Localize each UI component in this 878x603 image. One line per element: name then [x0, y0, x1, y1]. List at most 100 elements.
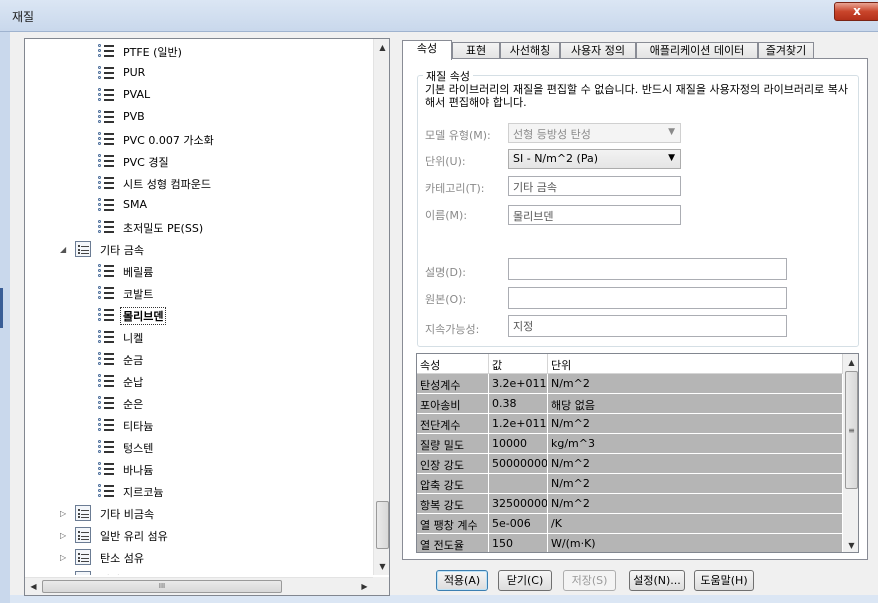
tree-item[interactable]: 몰리브덴 [25, 305, 373, 325]
tab[interactable]: 사선해칭 [500, 42, 560, 59]
table-cell: 인장 강도 [417, 454, 489, 473]
tree-category[interactable]: ▷ 일반 유리 섬유 [25, 525, 373, 545]
table-cell: 해당 없음 [548, 394, 843, 413]
tree-item[interactable]: 니켈 [25, 327, 373, 347]
close-window-button[interactable]: x [834, 2, 878, 21]
tree-item[interactable]: PTFE (일반) [25, 41, 373, 61]
window-title: 재질 [12, 10, 35, 24]
material-icon [98, 87, 114, 103]
column-header[interactable]: 속성 [417, 354, 489, 374]
tree-item[interactable]: 순금 [25, 349, 373, 369]
tree-vscroll-thumb[interactable] [376, 501, 389, 549]
table-row[interactable]: 질량 밀도 10000 kg/m^3 [417, 434, 843, 454]
tree-item-label: 바나듐 [123, 464, 154, 477]
tree-item[interactable]: PVC 경질 [25, 151, 373, 171]
scroll-right-icon[interactable]: ▶ [356, 578, 373, 595]
tab[interactable]: 즐겨찾기 [758, 42, 814, 59]
chevron-down-icon[interactable]: ▼ [668, 153, 675, 163]
readonly-notice: 기본 라이브러리의 재질을 편집할 수 없습니다. 반드시 재질을 사용자정의 … [425, 83, 849, 109]
sustainability-field[interactable]: 지정 [508, 315, 787, 337]
tab[interactable]: 표현 [452, 42, 500, 59]
tree-item[interactable]: 코발트 [25, 283, 373, 303]
tab[interactable]: 사용자 정의 [560, 42, 636, 59]
tree-item-label: 티타늄 [123, 420, 154, 433]
table-cell: 150 [489, 534, 548, 552]
expand-arrow-icon[interactable]: ▷ [60, 531, 69, 540]
source-label: 원본(O): [425, 293, 467, 306]
tree-item[interactable]: 텅스텐 [25, 437, 373, 457]
table-cell: 압축 강도 [417, 474, 489, 493]
expand-arrow-icon[interactable]: ▷ [60, 509, 69, 518]
tree-vertical-scrollbar[interactable]: ▲ ▼ [373, 39, 389, 575]
tree-item[interactable]: SMA [25, 195, 373, 215]
tree-item-label: 니켈 [123, 332, 144, 345]
scroll-left-icon[interactable]: ◀ [25, 578, 42, 595]
tree-item[interactable]: 지르코늄 [25, 481, 373, 501]
tree-item-label: 베릴륨 [123, 266, 154, 279]
column-header[interactable]: 값 [489, 354, 548, 374]
settings-button[interactable]: 설정(N)... [629, 570, 685, 591]
tree-item[interactable]: PVAL [25, 85, 373, 105]
table-row[interactable]: 열 팽창 계수 5e-006/K [417, 514, 843, 534]
expand-arrow-icon[interactable]: ▷ [60, 553, 69, 562]
collapse-arrow-icon[interactable]: ◢ [60, 245, 69, 254]
tree-category[interactable]: ▷실리콘 [25, 569, 373, 575]
tab[interactable]: 애플리케이션 데이터 [636, 42, 758, 59]
column-header[interactable]: 단위 [548, 354, 843, 374]
table-cell: 325000000 [489, 494, 548, 513]
tree-category[interactable]: ◢ 기타 금속 [25, 239, 373, 259]
tree-item[interactable]: 순납 [25, 371, 373, 391]
table-row[interactable]: 압축 강도 N/m^2 [417, 474, 843, 494]
close-button[interactable]: 닫기(C) [498, 570, 552, 591]
material-icon [98, 417, 114, 433]
tree-item[interactable]: PVC 0.007 가소화 [25, 129, 373, 149]
tab[interactable]: 속성 [402, 40, 452, 60]
tree-item[interactable]: 시트 성형 컴파운드 [25, 173, 373, 193]
material-icon [98, 153, 114, 169]
table-cell: 탄성계수 [417, 374, 489, 393]
tree-item-label: 코발트 [123, 288, 154, 301]
table-row[interactable]: 항복 강도325000000N/m^2 [417, 494, 843, 514]
tree-item[interactable]: PUR [25, 63, 373, 83]
table-row[interactable]: 열 전도율 150 W/(m·K) [417, 534, 843, 552]
material-tree[interactable]: PTFE (일반) PUR PVAL PVB PVC 0.007 가소화 PVC 경질 시트… [24, 38, 390, 596]
table-vertical-scrollbar[interactable]: ▲ ≡ ▼ [843, 354, 858, 552]
table-cell: 열 전도율 [417, 534, 489, 552]
material-group-icon [75, 549, 91, 565]
tree-hscroll-thumb[interactable]: III [42, 580, 282, 593]
scroll-down-icon[interactable]: ▼ [843, 537, 858, 552]
table-cell: 3.2e+011 [489, 374, 548, 393]
table-cell: N/m^2 [548, 374, 843, 393]
tree-item[interactable]: 순은 [25, 393, 373, 413]
table-row[interactable]: 탄성계수 3.2e+011 N/m^2 [417, 374, 843, 394]
description-field[interactable] [508, 258, 787, 280]
scroll-up-icon[interactable]: ▲ [374, 39, 389, 56]
tree-item[interactable]: 바나듐 [25, 459, 373, 479]
tree-category[interactable]: ▷ 기타 비금속 [25, 503, 373, 523]
material-icon [98, 65, 114, 81]
tree-item[interactable]: PVB [25, 107, 373, 127]
apply-button[interactable]: 적용(A) [436, 570, 488, 591]
scroll-up-icon[interactable]: ▲ [843, 354, 858, 371]
tree-item-label: 순납 [123, 376, 144, 389]
tree-item-label: 몰리브덴 [120, 307, 167, 325]
source-field[interactable] [508, 287, 787, 309]
sustainability-label: 지속가능성: [425, 323, 480, 336]
table-row[interactable]: 전단계수 1.2e+011 N/m^2 [417, 414, 843, 434]
material-group-icon [75, 241, 91, 257]
table-row[interactable]: 포아송비 0.38 해당 없음 [417, 394, 843, 414]
material-group-icon [75, 571, 91, 575]
tree-item[interactable]: 베릴륨 [25, 261, 373, 281]
tree-item[interactable]: 초저밀도 PE(SS) [25, 217, 373, 237]
units-select[interactable]: SI - N/m^2 (Pa) ▼ [508, 149, 681, 169]
table-row[interactable]: 인장 강도500000000N/m^2 [417, 454, 843, 474]
scroll-down-icon[interactable]: ▼ [374, 558, 389, 575]
material-group-icon [75, 505, 91, 521]
help-button[interactable]: 도움말(H) [694, 570, 754, 591]
table-vscroll-thumb[interactable]: ≡ [845, 371, 858, 489]
tree-item-label: 초저밀도 PE(SS) [123, 222, 204, 235]
tree-category[interactable]: ▷ 탄소 섬유 [25, 547, 373, 567]
tree-item[interactable]: 티타늄 [25, 415, 373, 435]
tree-horizontal-scrollbar[interactable]: ◀ III ▶ [25, 577, 373, 595]
table-cell: kg/m^3 [548, 434, 843, 453]
